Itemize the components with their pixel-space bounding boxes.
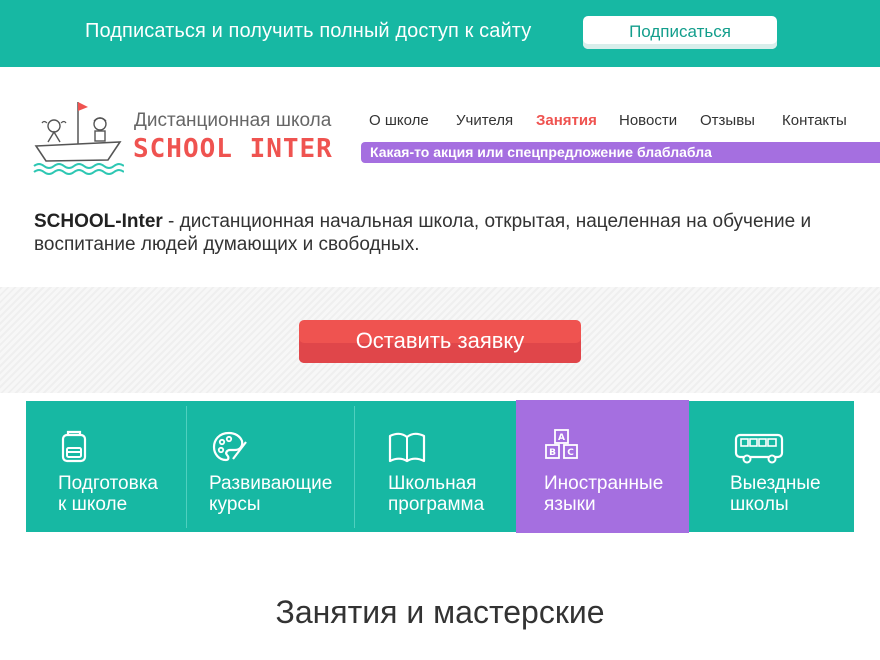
tile-label: Выездные школы (730, 473, 821, 515)
tile-label: Развивающие курсы (209, 473, 333, 515)
tile-field-schools[interactable]: Выездные школы (690, 401, 854, 532)
tile-label: Школьная программа (388, 473, 485, 515)
nav-item-teachers[interactable]: Учителя (456, 112, 513, 129)
apply-button[interactable]: Оставить заявку (299, 320, 581, 363)
nav-item-classes[interactable]: Занятия (536, 112, 597, 129)
promo-banner[interactable]: Какая-то акция или спецпредложение блабл… (361, 142, 880, 163)
nav-item-reviews[interactable]: Отзывы (700, 112, 755, 129)
abc-blocks-icon: A B C (545, 429, 578, 459)
subscribe-button[interactable]: Подписаться (583, 16, 777, 49)
category-tiles: Подготовка к школе Развивающие курсы Шко… (26, 400, 854, 533)
book-icon (388, 432, 426, 463)
tile-school-program[interactable]: Школьная программа (355, 401, 515, 532)
logo-name[interactable]: SCHOOL INTER (133, 134, 333, 164)
svg-text:C: C (567, 448, 574, 458)
logo-subtitle: Дистанционная школа (134, 110, 332, 131)
tile-label: Подготовка к школе (58, 473, 159, 515)
subscribe-text: Подписаться и получить полный доступ к с… (85, 20, 532, 42)
subscribe-bar: Подписаться и получить полный доступ к с… (0, 0, 880, 67)
nav-item-news[interactable]: Новости (619, 112, 677, 129)
nav-item-about[interactable]: О школе (369, 112, 429, 129)
svg-text:A: A (558, 433, 565, 443)
nav-item-contacts[interactable]: Контакты (782, 112, 847, 129)
intro-brand: SCHOOL-Inter (34, 211, 163, 232)
palette-icon (212, 431, 247, 462)
tile-development-courses[interactable]: Развивающие курсы (187, 401, 354, 532)
tile-foreign-languages[interactable]: A B C Иностранные языки (516, 400, 689, 533)
bus-icon (734, 433, 784, 464)
logo-icon[interactable] (32, 98, 124, 176)
intro-text: SCHOOL-Inter - дистанционная начальная ш… (34, 210, 854, 256)
tile-label: Иностранные языки (544, 473, 664, 515)
section-title: Занятия и мастерские (275, 594, 605, 630)
svg-text:B: B (549, 448, 556, 458)
backpack-icon (61, 430, 87, 463)
tile-school-prep[interactable]: Подготовка к школе (26, 401, 186, 532)
